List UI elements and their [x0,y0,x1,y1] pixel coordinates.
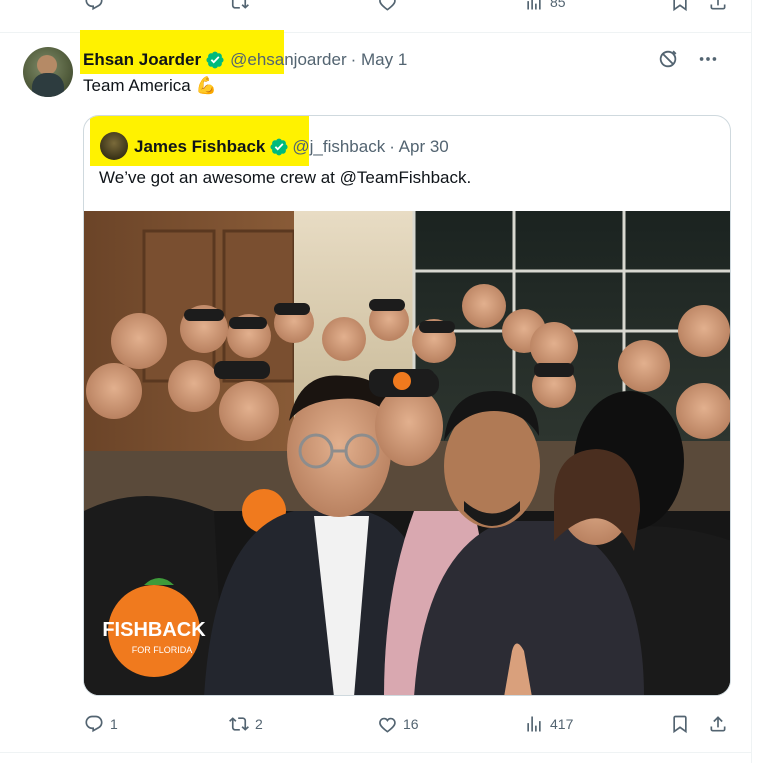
reply-icon [85,0,103,11]
tweet-body: Team America [83,76,191,95]
more-icon[interactable] [697,48,719,70]
repost-count: 2 [255,716,263,732]
quoted-author-handle[interactable]: @j_fishback [292,137,385,157]
quoted-tweet-date[interactable]: · Apr 30 [389,137,449,157]
tweet-header: Ehsan Joarder @ehsanjoarder · May 1 [83,47,407,73]
views-count: 417 [550,716,574,732]
quoted-tweet-card[interactable]: James Fishback @j_fishback · Apr 30 We’v… [83,115,731,696]
prev-reply-button[interactable] [84,0,104,12]
share-icon [710,0,726,10]
like-icon [379,717,396,733]
repost-icon [231,0,249,9]
quoted-author-name[interactable]: James Fishback [134,137,265,157]
author-name[interactable]: Ehsan Joarder [83,50,201,70]
author-handle[interactable]: @ehsanjoarder [230,50,347,70]
prev-repost-button[interactable] [229,0,249,12]
like-icon [379,0,396,11]
tweet-top-actions [657,48,719,70]
prev-tweet-action-bar: 85 [0,0,752,14]
quoted-tweet-photo[interactable]: FISHBACK FOR FLORIDA [84,211,730,695]
prev-views-count: 85 [550,0,566,10]
reply-button[interactable]: 1 [84,714,118,734]
verified-badge-icon[interactable] [205,50,225,70]
views-button[interactable]: 417 [524,714,573,734]
flexed-biceps-emoji: 💪 [195,76,217,95]
shirt-logo-text: FISHBACK [102,619,206,641]
prev-bookmark-button[interactable] [670,0,690,12]
prev-views-button[interactable]: 85 [524,0,566,12]
share-icon [710,716,726,732]
tweet-divider [0,752,751,753]
timeline-column: 85 Ehsan Joarder @ehsanjoarder · May 1 T… [0,0,752,763]
bookmark-button[interactable] [670,714,690,734]
views-icon [527,716,541,732]
repost-button[interactable]: 2 [229,714,263,734]
views-icon [527,0,541,10]
quoted-tweet-text: We’ve got an awesome crew at @TeamFishba… [99,168,472,187]
tweet-date[interactable]: · May 1 [351,50,408,70]
like-button[interactable]: 16 [377,714,419,734]
prev-share-button[interactable] [708,0,728,12]
quoted-author-avatar[interactable] [100,132,128,160]
bookmark-icon [673,715,687,734]
grok-icon[interactable] [657,48,679,70]
author-avatar[interactable] [23,47,73,97]
tweet-action-bar: 1 2 16 417 [0,710,752,740]
prev-like-button[interactable] [377,0,397,12]
shirt-logo-subtext: FOR FLORIDA [132,645,193,655]
repost-icon [229,717,249,731]
tweet-text: Team America 💪 [83,76,217,96]
group-photo: FISHBACK FOR FLORIDA [84,211,730,695]
reply-icon [85,715,103,733]
reply-count: 1 [110,716,118,732]
bookmark-icon [673,0,687,12]
share-button[interactable] [708,714,728,734]
verified-badge-icon[interactable] [269,137,289,157]
like-count: 16 [403,716,419,732]
quoted-tweet-header: James Fishback @j_fishback · Apr 30 [134,134,449,160]
